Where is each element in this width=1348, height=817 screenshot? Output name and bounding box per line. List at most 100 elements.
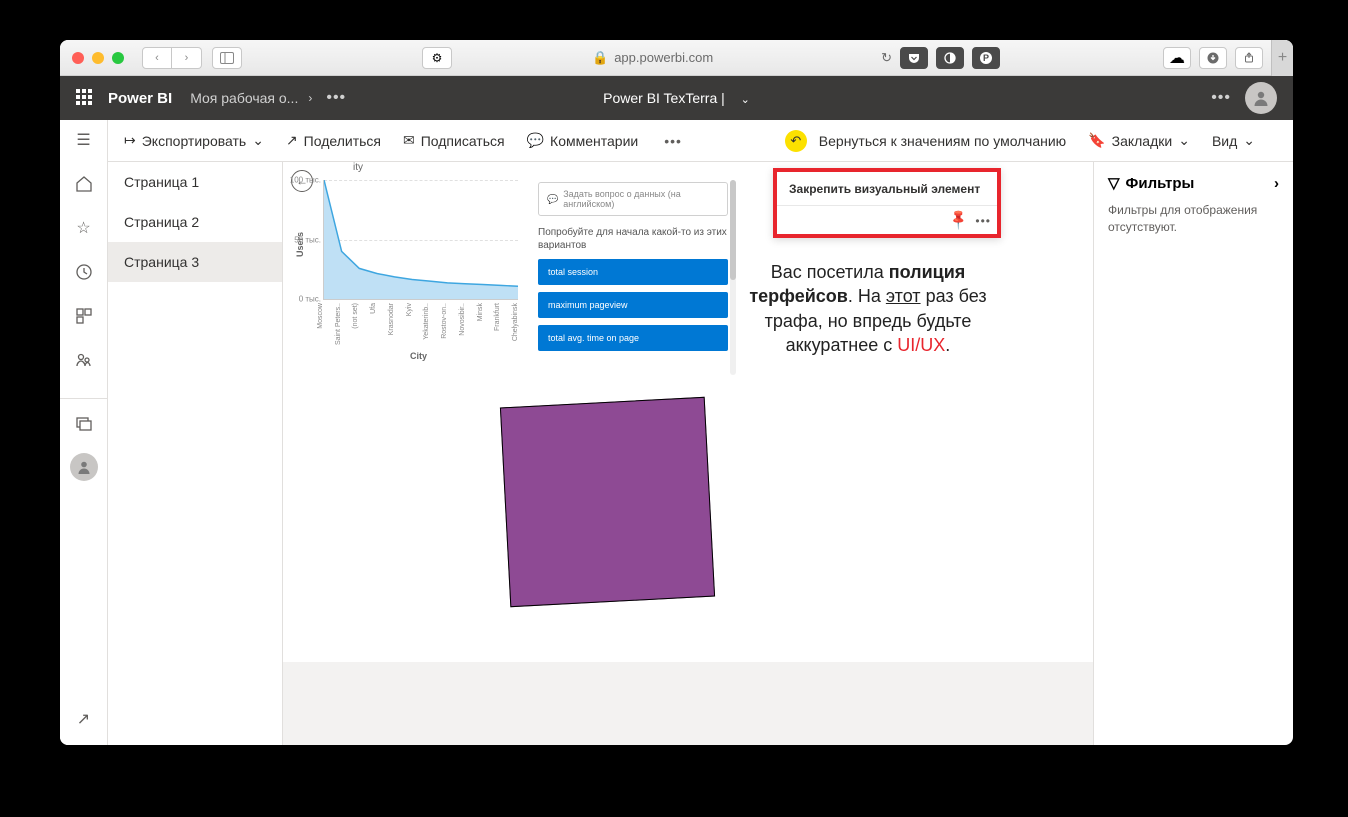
left-nav-rail: ☰ ☆ ↗: [60, 120, 108, 745]
mail-icon: ✉: [403, 132, 415, 149]
browser-window: ‹ › ⚙ 🔒 app.powerbi.com ↻ P ☁ + Power BI…: [60, 40, 1293, 745]
x-tick: Moscow: [317, 303, 324, 329]
subscribe-button[interactable]: ✉Подписаться: [403, 132, 505, 149]
comment-icon: 💬: [547, 194, 558, 205]
x-tick: (not set): [352, 303, 359, 329]
rail-separator: [60, 398, 107, 481]
pin-tooltip-text: Закрепить визуальный элемент: [789, 182, 985, 196]
bookmark-icon: 🔖: [1088, 132, 1105, 149]
bookmarks-button[interactable]: 🔖Закладки⌄: [1088, 132, 1190, 149]
export-button[interactable]: ↦Экспортировать⌄: [124, 132, 264, 149]
x-tick: Frankfurt: [494, 303, 501, 331]
x-tick: Novosibir..: [459, 303, 466, 336]
minimize-icon[interactable]: [92, 52, 104, 64]
x-tick: Krasnodar: [388, 303, 395, 335]
breadcrumb-more-icon[interactable]: •••: [326, 89, 346, 107]
undo-icon: ↶: [785, 130, 807, 152]
filters-header[interactable]: ▽Фильтры ›: [1108, 174, 1279, 192]
share-icon[interactable]: [1235, 47, 1263, 69]
workspace-breadcrumb[interactable]: Моя рабочая о...: [190, 90, 298, 106]
chevron-down-icon: ⌄: [1243, 132, 1255, 149]
qa-input[interactable]: 💬 Задать вопрос о данных (на английском): [538, 182, 728, 216]
x-tick: Kyiv: [406, 303, 413, 316]
x-tick: Minsk: [477, 303, 484, 321]
chevron-right-icon: ›: [1274, 175, 1279, 192]
brand-label[interactable]: Power BI: [108, 90, 172, 107]
export-icon: ↦: [124, 132, 136, 149]
maximize-icon[interactable]: [112, 52, 124, 64]
chart-area: [324, 180, 518, 299]
avatar[interactable]: [1245, 82, 1277, 114]
x-tick: Saint Peters..: [335, 303, 342, 345]
comments-button[interactable]: 💬Комментарии: [527, 132, 639, 149]
powerbi-header: Power BI Моя рабочая о... › ••• Power BI…: [60, 76, 1293, 120]
chevron-right-icon: ›: [308, 91, 312, 105]
filters-panel: ▽Фильтры › Фильтры для отображения отсут…: [1093, 162, 1293, 745]
pin-tooltip: Закрепить визуальный элемент 📌 •••: [773, 168, 1001, 238]
page-tab-2[interactable]: Страница 2: [108, 202, 282, 242]
apps-icon[interactable]: [74, 306, 94, 326]
qa-suggestion-2[interactable]: total avg. time on page: [538, 325, 728, 351]
view-button[interactable]: Вид⌄: [1212, 132, 1255, 149]
x-axis-label: City: [410, 351, 427, 361]
chart-title: ity: [353, 162, 363, 173]
qa-scrollbar[interactable]: [730, 180, 736, 375]
qa-hint: Попробуйте для начала какой-то из этих в…: [538, 226, 728, 252]
forward-button[interactable]: ›: [172, 47, 202, 69]
users-by-city-chart[interactable]: ity Users 100 тыс. 50 тыс. 0 тыс. Moscow…: [295, 162, 520, 377]
home-icon[interactable]: [74, 174, 94, 194]
reset-button[interactable]: ↶Вернуться к значениям по умолчанию: [785, 130, 1066, 152]
menu-icon[interactable]: ☰: [74, 130, 94, 150]
qa-panel: 💬 Задать вопрос о данных (на английском)…: [538, 182, 728, 351]
action-bar: ↦Экспортировать⌄ ↗Поделиться ✉Подписатьс…: [108, 120, 1293, 162]
url-text: app.powerbi.com: [614, 50, 713, 65]
extension-icon-1[interactable]: [936, 47, 964, 69]
purple-shape[interactable]: [500, 397, 715, 607]
gear-icon[interactable]: ⚙: [422, 47, 452, 69]
header-more-icon[interactable]: •••: [1211, 89, 1231, 107]
lock-icon: 🔒: [592, 50, 608, 66]
x-tick: Rostov-on..: [441, 303, 448, 339]
chevron-down-icon: ⌄: [741, 94, 750, 106]
cloud-icon[interactable]: ☁: [1163, 47, 1191, 69]
qa-suggestion-0[interactable]: total session: [538, 259, 728, 285]
svg-text:P: P: [983, 53, 989, 63]
shared-icon[interactable]: [74, 350, 94, 370]
share-button[interactable]: ↗Поделиться: [286, 132, 381, 149]
workspaces-icon[interactable]: [74, 413, 94, 433]
filter-icon: ▽: [1108, 174, 1120, 192]
filters-empty-text: Фильтры для отображения отсутствуют.: [1108, 202, 1279, 236]
chevron-down-icon: ⌄: [252, 132, 264, 149]
rail-avatar[interactable]: [70, 453, 98, 481]
x-tick: Ufa: [370, 303, 377, 314]
chevron-down-icon: ⌄: [1178, 132, 1190, 149]
qa-suggestion-1[interactable]: maximum pageview: [538, 292, 728, 318]
sidebar-toggle-button[interactable]: [212, 47, 242, 69]
x-tick: Yekaterinb..: [423, 303, 430, 340]
page-tab-3[interactable]: Страница 3: [108, 242, 282, 282]
new-tab-button[interactable]: +: [1271, 40, 1293, 76]
actionbar-more-icon[interactable]: •••: [664, 133, 682, 149]
address-bar[interactable]: 🔒 app.powerbi.com ↻: [592, 50, 892, 66]
pocket-icon[interactable]: [900, 47, 928, 69]
back-button[interactable]: ‹: [142, 47, 172, 69]
window-controls: [72, 52, 124, 64]
pin-more-icon[interactable]: •••: [975, 214, 991, 228]
scroll-thumb[interactable]: [730, 180, 736, 280]
refresh-icon[interactable]: ↻: [881, 50, 892, 66]
share-arrow-icon: ↗: [286, 132, 298, 149]
close-icon[interactable]: [72, 52, 84, 64]
main-area: Страница 1 Страница 2 Страница 3 ← ity U…: [108, 162, 1293, 745]
report-canvas: ← ity Users 100 тыс. 50 тыс. 0 тыс.: [283, 162, 1093, 745]
expand-icon[interactable]: ↗: [74, 709, 94, 729]
recent-icon[interactable]: [74, 262, 94, 282]
app-launcher-icon[interactable]: [76, 89, 94, 107]
downloads-icon[interactable]: [1199, 47, 1227, 69]
comment-icon: 💬: [527, 132, 544, 149]
nav-buttons: ‹ ›: [142, 47, 202, 69]
report-title[interactable]: Power BI TexTerra | ⌄: [603, 90, 750, 106]
pin-icon[interactable]: 📌: [946, 207, 970, 231]
star-icon[interactable]: ☆: [74, 218, 94, 238]
pinterest-icon[interactable]: P: [972, 47, 1000, 69]
page-tab-1[interactable]: Страница 1: [108, 162, 282, 202]
